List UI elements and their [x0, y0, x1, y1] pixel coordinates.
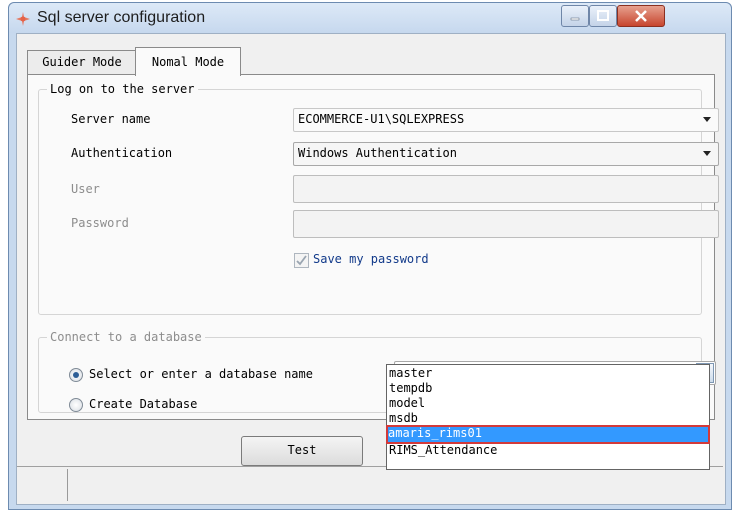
- server-name-combobox[interactable]: ECOMMERCE-U1\SQLEXPRESS: [293, 108, 719, 132]
- authentication-value: Windows Authentication: [298, 146, 457, 160]
- tab-label: Guider Mode: [42, 55, 122, 69]
- list-item[interactable]: RIMS_Attendance: [389, 444, 497, 457]
- checkmark-icon: [296, 255, 307, 266]
- window-title: Sql server configuration: [37, 9, 206, 26]
- list-item[interactable]: master: [389, 367, 432, 380]
- status-bar: [17, 466, 723, 503]
- save-password-checkbox[interactable]: [294, 253, 309, 268]
- server-name-value: ECOMMERCE-U1\SQLEXPRESS: [298, 112, 465, 126]
- chevron-down-icon: [703, 117, 711, 122]
- select-database-radio[interactable]: [69, 368, 83, 382]
- chevron-down-icon: [703, 151, 711, 156]
- list-item[interactable]: tempdb: [389, 382, 432, 395]
- minimize-button[interactable]: [561, 5, 589, 27]
- database-group-label: Connect to a database: [47, 330, 205, 344]
- tab-label: Nomal Mode: [151, 55, 225, 69]
- app-icon: [16, 12, 30, 26]
- maximize-icon: [597, 10, 609, 21]
- logon-group-label: Log on to the server: [47, 82, 198, 96]
- authentication-label: Authentication: [71, 146, 173, 160]
- user-label: User: [71, 182, 100, 196]
- user-field[interactable]: [293, 175, 719, 203]
- title-bar[interactable]: Sql server configuration: [9, 3, 731, 33]
- test-button[interactable]: Test: [241, 436, 363, 466]
- close-icon: [635, 10, 647, 22]
- create-database-label[interactable]: Create Database: [89, 397, 197, 411]
- create-database-radio[interactable]: [69, 398, 83, 412]
- list-item[interactable]: msdb: [389, 412, 418, 425]
- test-button-label: Test: [287, 443, 317, 457]
- select-database-label[interactable]: Select or enter a database name: [89, 367, 313, 381]
- list-item-highlighted[interactable]: amaris_rims01: [386, 425, 710, 444]
- minimize-icon: [570, 17, 580, 21]
- authentication-combobox[interactable]: Windows Authentication: [293, 142, 719, 166]
- list-item[interactable]: model: [389, 397, 425, 410]
- tab-guider-mode[interactable]: Guider Mode: [27, 50, 137, 75]
- server-name-label: Server name: [71, 112, 151, 126]
- logon-groupbox: Log on to the server Server name ECOMMER…: [38, 82, 719, 315]
- maximize-button[interactable]: [589, 5, 617, 27]
- save-password-label[interactable]: Save my password: [313, 252, 429, 266]
- close-button[interactable]: [617, 5, 665, 27]
- tab-nomal-mode[interactable]: Nomal Mode: [135, 47, 241, 76]
- password-label: Password: [71, 216, 129, 230]
- status-divider: [67, 469, 68, 501]
- database-dropdown-list: master tempdb model msdb amaris_rims01 R…: [386, 364, 710, 470]
- password-field[interactable]: [293, 210, 719, 238]
